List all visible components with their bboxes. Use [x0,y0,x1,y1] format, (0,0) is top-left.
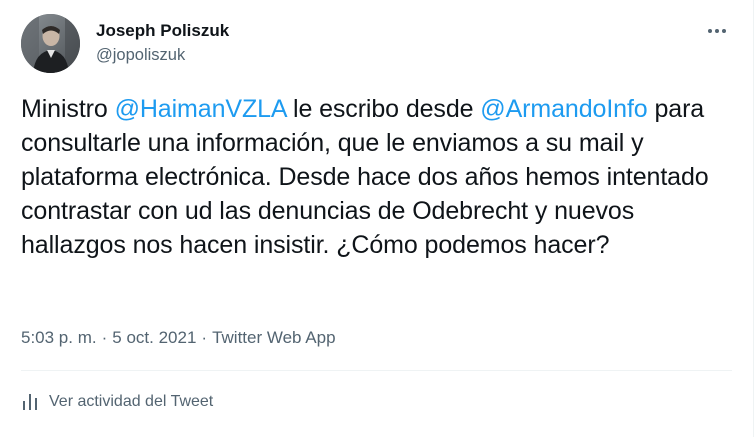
divider [21,370,732,371]
view-tweet-activity-button[interactable]: Ver actividad del Tweet [21,392,213,412]
meta-separator: · [201,328,208,347]
more-options-button[interactable] [700,18,734,44]
more-horizontal-icon [708,29,726,33]
tweet-text: Ministro @HaimanVZLA le escribo desde @A… [21,92,733,262]
tweet-time[interactable]: 5:03 p. m. [21,328,97,347]
author-display-name[interactable]: Joseph Poliszuk [96,20,229,42]
mention-link[interactable]: @HaimanVZLA [115,95,287,123]
meta-separator: · [101,328,108,347]
tweet-source[interactable]: Twitter Web App [212,328,335,347]
mention-link[interactable]: @ArmandoInfo [480,95,647,123]
author-handle[interactable]: @jopoliszuk [96,44,229,66]
tweet-text-segment: le escribo desde [286,95,481,123]
tweet-card: Joseph Poliszuk @jopoliszuk Ministro @Ha… [0,0,754,437]
view-tweet-activity-label: Ver actividad del Tweet [49,393,214,410]
tweet-date[interactable]: 5 oct. 2021 [112,328,196,347]
avatar-photo [21,14,80,73]
avatar[interactable] [21,14,80,73]
tweet-metadata: 5:03 p. m. · 5 oct. 2021 · Twitter Web App [21,326,336,350]
tweet-text-segment: Ministro [21,95,115,123]
author-block: Joseph Poliszuk @jopoliszuk [96,20,229,66]
analytics-icon [21,392,39,412]
